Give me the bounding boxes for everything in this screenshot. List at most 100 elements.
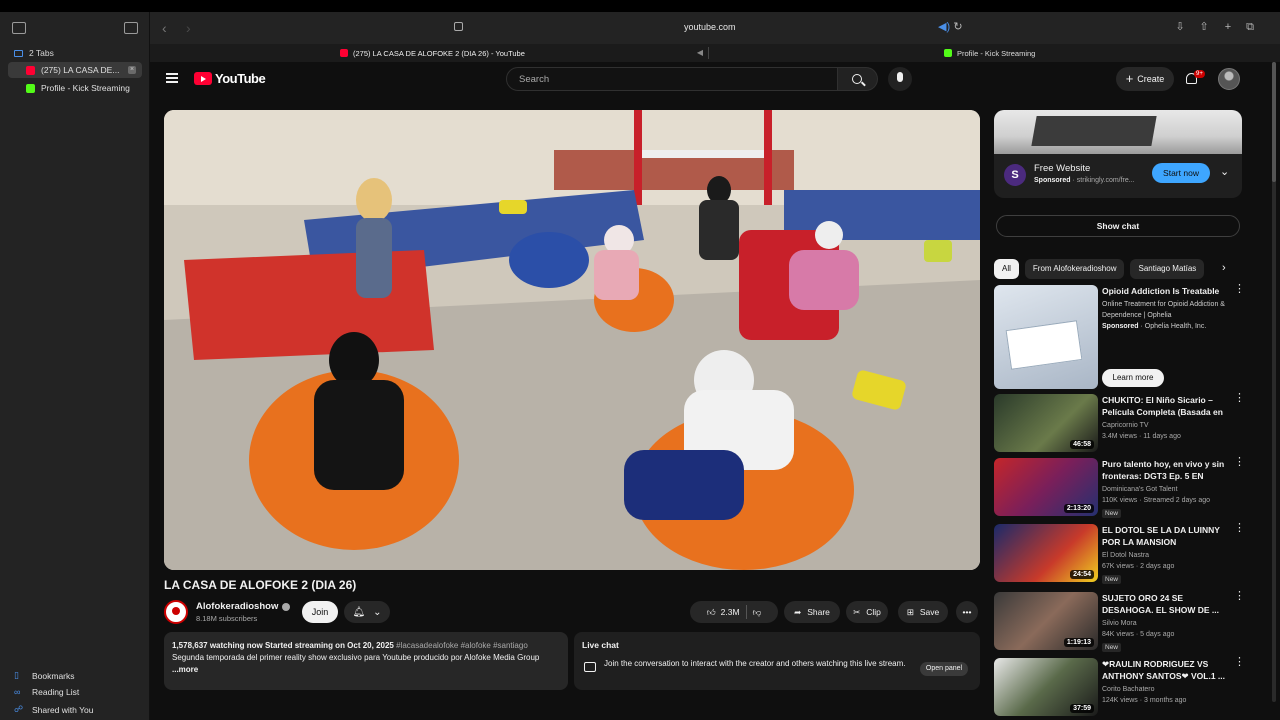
thumbnail[interactable]: 24:54: [994, 524, 1098, 582]
reload-icon[interactable]: ↻: [952, 21, 964, 33]
more-vertical-icon[interactable]: ⋮: [1234, 393, 1245, 404]
plus-icon: +: [1125, 71, 1134, 86]
rec-title[interactable]: Puro talento hoy, en vivo y sin frontera…: [1102, 458, 1228, 482]
dislike-button[interactable]: 👎︎: [753, 607, 762, 618]
recommendation-item[interactable]: 37:59 ❤RAULIN RODRIGUEZ VS ANTHONY SANTO…: [994, 657, 1245, 718]
thumbnail[interactable]: 46:58: [994, 394, 1098, 452]
monitor-icon: [14, 49, 23, 57]
close-tab-icon[interactable]: ×: [128, 66, 136, 74]
thumbnail[interactable]: 37:59: [994, 658, 1098, 716]
sidebar-reading-list[interactable]: ∞ Reading List: [14, 687, 79, 697]
rec-channel[interactable]: Silvio Mora: [1102, 620, 1137, 627]
rec-title[interactable]: CHUKITO: El Niño Sicario – Película Comp…: [1102, 394, 1228, 418]
save-button[interactable]: ⊞ Save: [898, 601, 948, 623]
share-button[interactable]: ➦ Share: [784, 601, 840, 623]
recommendation-item[interactable]: 1:19:13 SUJETO ORO 24 SE DESAHOGA. EL SH…: [994, 591, 1245, 652]
more-vertical-icon[interactable]: ⋮: [1234, 657, 1245, 668]
new-badge: New: [1102, 575, 1122, 584]
ad-card[interactable]: S Free Website Sponsored · strikingly.co…: [994, 110, 1242, 198]
shared-label: Shared with You: [32, 704, 94, 715]
page-scrollbar[interactable]: [1272, 62, 1276, 702]
rec-ad-text: Online Treatment for Opioid Addiction & …: [1102, 299, 1232, 332]
downloads-icon[interactable]: ⇩: [1174, 21, 1186, 33]
recommendation-item[interactable]: 2:13:20 Puro talento hoy, en vivo y sin …: [994, 457, 1245, 518]
more-vertical-icon[interactable]: ⋮: [1234, 523, 1245, 534]
audio-playing-icon[interactable]: ◀): [938, 21, 950, 33]
tab-kick[interactable]: Profile - Kick Streaming: [944, 44, 1035, 62]
more-vertical-icon[interactable]: ⋮: [1234, 284, 1245, 295]
tab-overview-icon[interactable]: ⧉: [1244, 21, 1256, 33]
rec-channel[interactable]: Dominicana's Got Talent: [1102, 486, 1178, 493]
more-vertical-icon[interactable]: ⋮: [1234, 457, 1245, 468]
ad-domain: · strikingly.com/fre...: [1072, 177, 1135, 184]
video-player[interactable]: [164, 110, 980, 570]
rec-title[interactable]: ❤RAULIN RODRIGUEZ VS ANTHONY SANTOS❤ VOL…: [1102, 658, 1228, 682]
chip-from-channel[interactable]: From Alofokeradioshow: [1024, 259, 1125, 279]
tab-youtube[interactable]: (275) LA CASA DE ALOFOKE 2 (DIA 26) - Yo…: [340, 44, 525, 62]
voice-search-button[interactable]: [888, 67, 912, 91]
rec-meta: El Dotol Nastra 67K views · 2 days ago: [1102, 550, 1232, 572]
more-actions-button[interactable]: •••: [956, 601, 978, 623]
channel-avatar[interactable]: [164, 600, 188, 624]
more-link[interactable]: ...more: [172, 665, 198, 674]
sidebar-tab-youtube[interactable]: (275) LA CASA DE... ×: [8, 62, 142, 78]
ad-line: Online Treatment for Opioid Addiction & …: [1102, 301, 1225, 319]
thumbnail[interactable]: [994, 285, 1098, 389]
rec-title[interactable]: EL DOTOL SE LA DA LUINNY POR LA MANSION: [1102, 524, 1228, 548]
advertiser-logo: S: [1004, 164, 1026, 186]
video-title: LA CASA DE ALOFOKE 2 (DIA 26): [164, 578, 357, 592]
recommendation-item[interactable]: 24:54 EL DOTOL SE LA DA LUINNY POR LA MA…: [994, 523, 1245, 584]
show-chat-button[interactable]: Show chat: [996, 215, 1240, 237]
account-avatar[interactable]: [1218, 68, 1240, 90]
rec-channel[interactable]: Corito Bachatero: [1102, 686, 1155, 693]
search-button[interactable]: [838, 67, 878, 91]
notifications-button[interactable]: 9+: [1184, 70, 1205, 88]
ad-subline: Sponsored · strikingly.com/fre...: [1034, 177, 1135, 184]
open-panel-button[interactable]: Open panel: [920, 662, 968, 676]
share-icon[interactable]: ⇧: [1198, 21, 1210, 33]
rec-title[interactable]: SUJETO ORO 24 SE DESAHOGA. EL SHOW DE ..…: [1102, 592, 1228, 616]
chevron-down-icon[interactable]: ⌄: [1220, 165, 1229, 178]
scissors-icon: ✂: [853, 606, 861, 617]
mute-tab-icon[interactable]: ◀: [694, 47, 706, 59]
chip-all[interactable]: All: [994, 259, 1019, 279]
thumbnail[interactable]: 1:19:13: [994, 592, 1098, 650]
sidebar-bookmarks[interactable]: ▯ Bookmarks: [14, 670, 75, 681]
recommendation-item[interactable]: 46:58 CHUKITO: El Niño Sicario – Películ…: [994, 393, 1245, 454]
page-settings-icon[interactable]: [454, 22, 463, 31]
address-bar[interactable]: youtube.com: [684, 22, 736, 32]
more-vertical-icon[interactable]: ⋮: [1234, 591, 1245, 602]
sidebar-shared[interactable]: ☍ Shared with You: [14, 704, 93, 715]
chip-santiago[interactable]: Santiago Matías: [1130, 259, 1205, 279]
notification-badge: 9+: [1194, 70, 1205, 78]
book-icon: ▯: [14, 670, 19, 680]
chevron-right-icon[interactable]: ›: [1222, 262, 1226, 274]
rec-channel[interactable]: El Dotol Nastra: [1102, 552, 1149, 559]
search-input[interactable]: Search: [506, 67, 838, 91]
clip-button[interactable]: ✂ Clip: [846, 601, 888, 623]
sidebar-toggle-icon[interactable]: [12, 22, 26, 34]
learn-more-button[interactable]: Learn more: [1102, 369, 1164, 387]
sidebar-tab-kick[interactable]: Profile - Kick Streaming: [8, 80, 142, 96]
description-box[interactable]: 1,578,637 watching now Started streaming…: [164, 632, 568, 690]
channel-name[interactable]: Alofokeradioshow: [196, 601, 291, 612]
subscription-notification-button[interactable]: 🔔︎ ⌄: [344, 601, 390, 623]
rec-title[interactable]: Opioid Addiction Is Treatable: [1102, 285, 1228, 297]
back-arrow-icon[interactable]: ‹: [162, 20, 167, 36]
youtube-logo[interactable]: YouTube: [194, 71, 266, 86]
menu-icon[interactable]: [166, 73, 178, 83]
thumbnail[interactable]: 2:13:20: [994, 458, 1098, 516]
like-button[interactable]: 👍︎ 2.3M: [707, 607, 740, 618]
new-tab-icon[interactable]: +: [1222, 21, 1234, 33]
tab-group-header[interactable]: 2 Tabs: [14, 48, 54, 58]
start-now-button[interactable]: Start now: [1152, 163, 1210, 183]
hashtags[interactable]: #lacasadealofoke #alofoke #santiago: [396, 641, 528, 650]
join-button[interactable]: Join: [302, 601, 338, 623]
tab-overview-icon[interactable]: [124, 22, 138, 34]
sponsored-recommendation[interactable]: Opioid Addiction Is Treatable Online Tre…: [994, 284, 1245, 391]
rec-channel[interactable]: Capricornio TV: [1102, 422, 1149, 429]
menu-bar-strip: [0, 0, 1280, 12]
create-button[interactable]: + Create: [1116, 67, 1174, 91]
description-meta: 1,578,637 watching now Started streaming…: [172, 640, 560, 652]
forward-arrow-icon[interactable]: ›: [186, 20, 191, 36]
